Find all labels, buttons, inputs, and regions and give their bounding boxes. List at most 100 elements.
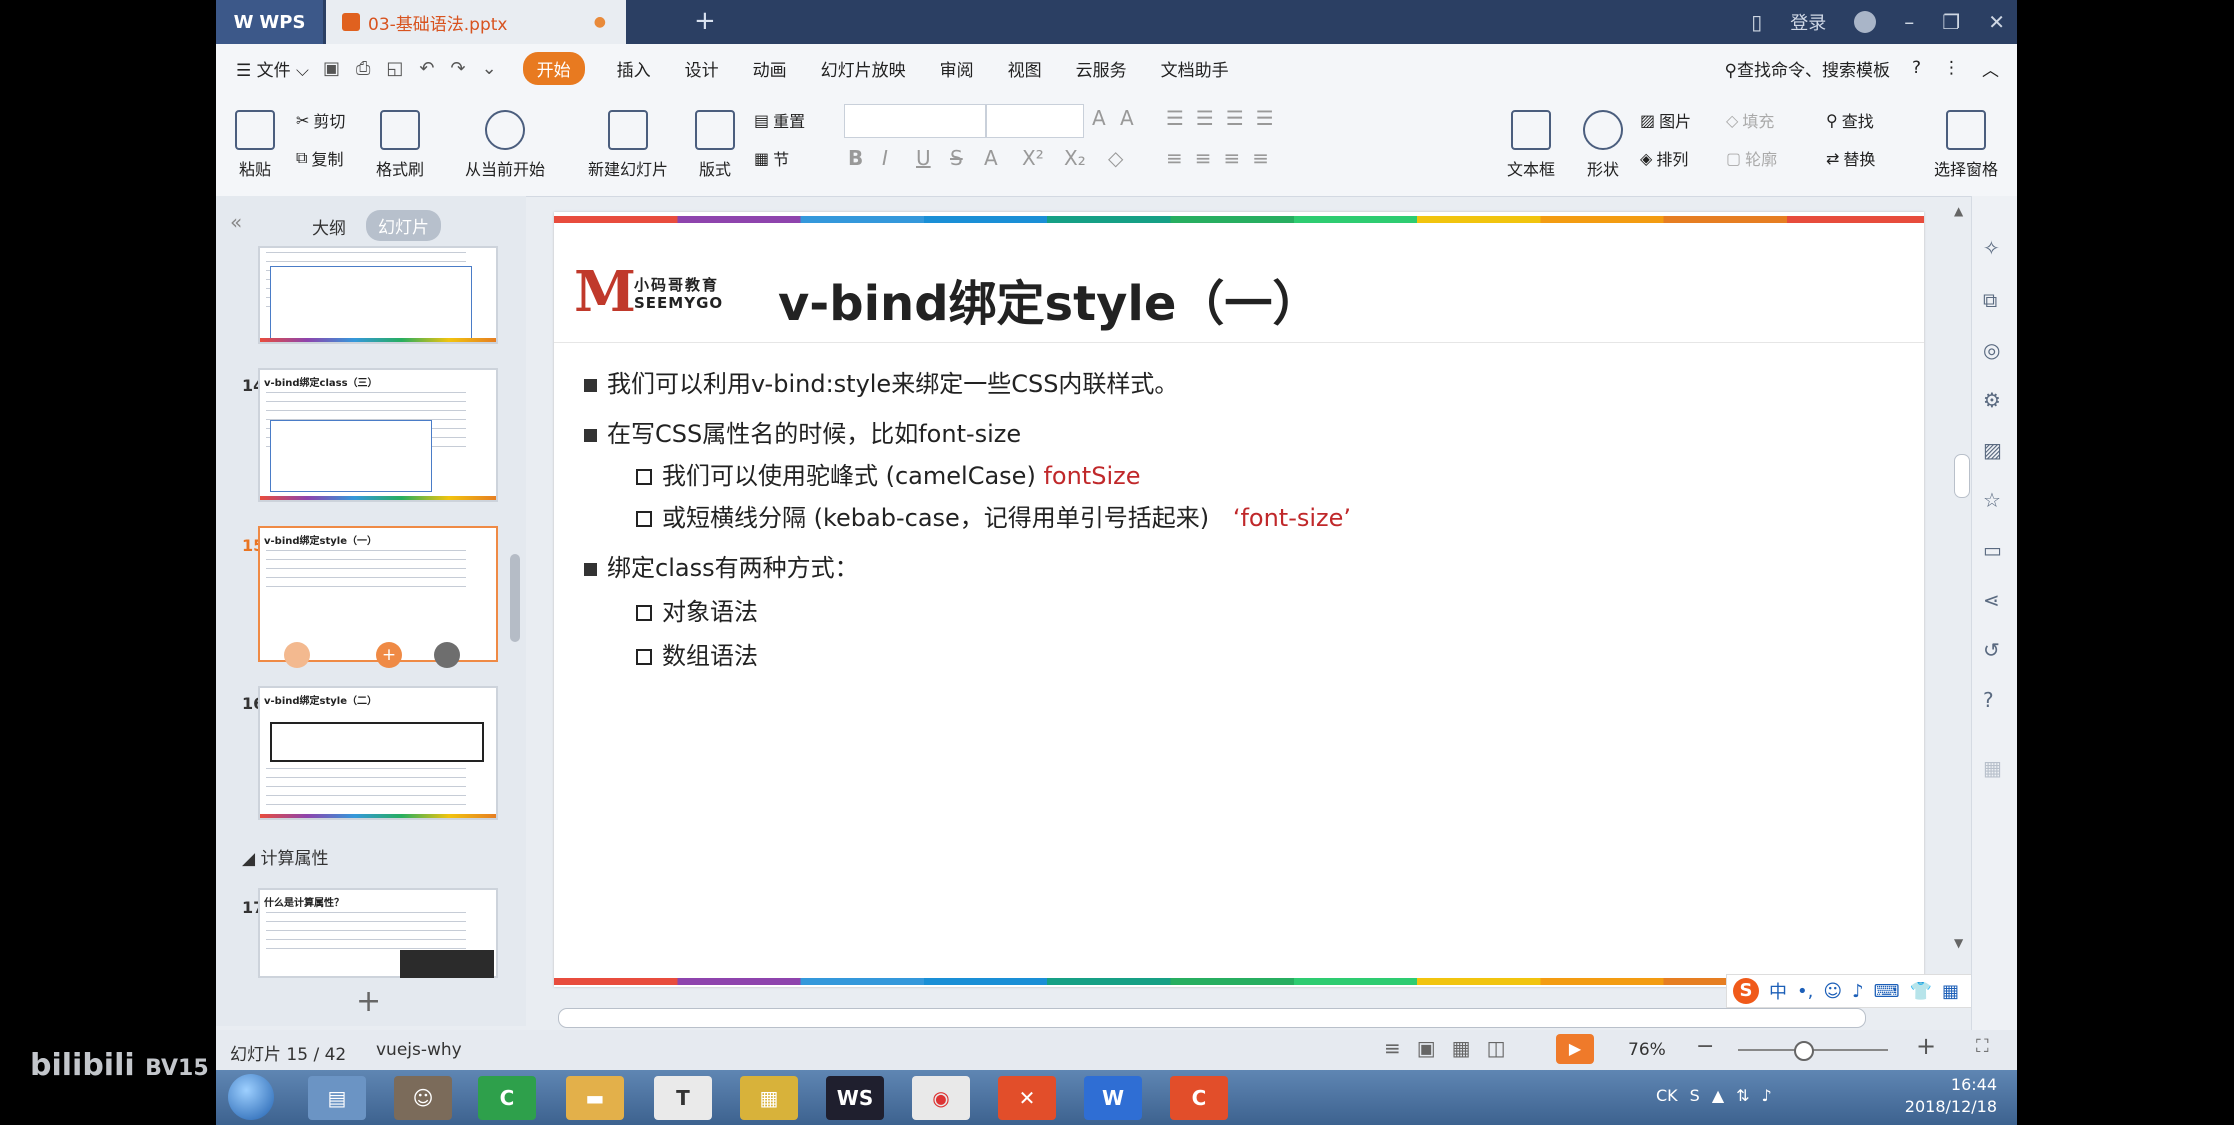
tab-slides[interactable]: 幻灯片 bbox=[366, 210, 441, 241]
slide-thumbnail-17[interactable]: 什么是计算属性？ bbox=[258, 888, 498, 978]
thumb-add-icon[interactable]: + bbox=[376, 642, 402, 668]
section-header[interactable]: ◢ 计算属性 bbox=[242, 844, 328, 869]
image-icon[interactable]: ▨ bbox=[1983, 438, 2002, 462]
underline-icon[interactable]: U bbox=[916, 146, 931, 170]
notes-icon[interactable]: ≡ bbox=[1384, 1036, 1401, 1060]
menu-tab-view[interactable]: 视图 bbox=[1008, 56, 1042, 81]
slide-thumbnail-13[interactable] bbox=[258, 246, 498, 344]
bold-icon[interactable]: B bbox=[848, 146, 863, 170]
app-c-red-icon[interactable]: C bbox=[1170, 1076, 1228, 1120]
copy-button[interactable]: ⧉ 复制 bbox=[296, 146, 343, 170]
skin-icon[interactable]: 👕 bbox=[1910, 981, 1932, 1002]
increase-font-icon[interactable]: A bbox=[1092, 106, 1106, 130]
font-size-select[interactable] bbox=[986, 104, 1084, 138]
normal-view-icon[interactable]: ▣ bbox=[1417, 1036, 1436, 1060]
textbox-button[interactable]: 文本框 bbox=[1496, 110, 1566, 180]
keyboard-icon[interactable]: ⌨ bbox=[1874, 981, 1900, 1002]
slide-thumbnail-14[interactable]: v-bind绑定class（三） bbox=[258, 368, 498, 502]
align-icons[interactable]: ≡≡≡≡ bbox=[1166, 146, 1281, 170]
magic-icon[interactable]: ✧ bbox=[1983, 236, 2000, 260]
history-icon[interactable]: ↺ bbox=[1983, 638, 2000, 662]
section-button[interactable]: ▦ 节 bbox=[754, 146, 789, 170]
star-icon[interactable]: ☆ bbox=[1983, 488, 2001, 512]
apps-icon[interactable]: ▦ bbox=[1983, 756, 2002, 780]
wps-taskbar-icon[interactable]: W bbox=[1084, 1076, 1142, 1120]
outline-button[interactable]: ▢ 轮廓 bbox=[1726, 146, 1777, 170]
shapes-icon[interactable]: ⧉ bbox=[1983, 288, 1997, 312]
zoom-in-icon[interactable]: + bbox=[1916, 1032, 1936, 1060]
notes-app-icon[interactable]: ▦ bbox=[740, 1076, 798, 1120]
thumb-play-icon[interactable] bbox=[284, 642, 310, 668]
subscript-icon[interactable]: X₂ bbox=[1064, 146, 1086, 170]
picture-button[interactable]: ▨ 图片 bbox=[1640, 108, 1691, 132]
decrease-font-icon[interactable]: A bbox=[1120, 106, 1134, 130]
clear-format-icon[interactable]: ◇ bbox=[1108, 146, 1123, 170]
superscript-icon[interactable]: X² bbox=[1022, 146, 1044, 170]
shape-button[interactable]: 形状 bbox=[1576, 110, 1630, 180]
select-pane-button[interactable]: 选择窗格 bbox=[1926, 110, 2006, 180]
clock[interactable]: 16:44 2018/12/18 bbox=[1905, 1074, 1997, 1118]
file-menu[interactable]: ☰ 文件 ⌵ bbox=[236, 56, 309, 81]
collapse-pane-icon[interactable]: « bbox=[230, 210, 242, 234]
help-button[interactable]: ? bbox=[1912, 58, 1921, 78]
zoom-slider-knob[interactable] bbox=[1794, 1041, 1814, 1061]
webstorm-icon[interactable]: WS bbox=[826, 1076, 884, 1120]
avatar[interactable] bbox=[1854, 11, 1877, 33]
app-c-green-icon[interactable]: C bbox=[478, 1076, 536, 1120]
print-preview-icon[interactable]: ◱ bbox=[386, 58, 403, 79]
slide-thumbnail-15-selected[interactable]: v-bind绑定style（一） + bbox=[258, 526, 498, 668]
strikethrough-icon[interactable]: S bbox=[950, 146, 963, 170]
menu-tab-animation[interactable]: 动画 bbox=[753, 56, 787, 81]
new-tab-button[interactable]: + bbox=[694, 6, 716, 36]
sorter-view-icon[interactable]: ▦ bbox=[1452, 1036, 1471, 1060]
find-button[interactable]: ⚲ 查找 bbox=[1826, 108, 1874, 132]
play-slideshow-button[interactable]: ▶ bbox=[1556, 1034, 1594, 1064]
menu-tab-insert[interactable]: 插入 bbox=[617, 56, 651, 81]
layers-icon[interactable]: ◎ bbox=[1983, 338, 2000, 362]
layout-button[interactable]: 版式 bbox=[690, 110, 740, 180]
slide-thumbnail-16[interactable]: v-bind绑定style（二） bbox=[258, 686, 498, 820]
menu-tab-review[interactable]: 审阅 bbox=[940, 56, 974, 81]
menu-tab-design[interactable]: 设计 bbox=[685, 56, 719, 81]
menu-tab-assistant[interactable]: 文档助手 bbox=[1161, 56, 1229, 81]
window-layout-icon[interactable]: ▯ bbox=[1751, 10, 1762, 34]
customize-icon[interactable]: ⌄ bbox=[482, 58, 497, 79]
document-tab[interactable]: 03-基础语法.pptx ● bbox=[326, 0, 626, 44]
zoom-out-icon[interactable]: − bbox=[1696, 1034, 1714, 1059]
language-indicator[interactable]: CK bbox=[1656, 1086, 1678, 1105]
sogou-tray-icon[interactable]: S bbox=[1690, 1086, 1700, 1105]
grid-icon[interactable]: ▦ bbox=[1942, 981, 1959, 1002]
list-icons[interactable]: ☰☰☰☰ bbox=[1166, 106, 1286, 130]
fill-button[interactable]: ◇ 填充 bbox=[1726, 108, 1774, 132]
slide-canvas[interactable]: M 小码哥教育 SEEMYGO v-bind绑定style（一） 我们可以利用v… bbox=[554, 212, 1924, 987]
add-slide-button[interactable]: + bbox=[356, 984, 381, 1019]
scroll-down-icon[interactable]: ▼ bbox=[1954, 936, 1963, 950]
mic-icon[interactable]: ♪ bbox=[1852, 981, 1864, 1002]
share-icon[interactable]: ⋖ bbox=[1983, 588, 2000, 612]
zoom-level[interactable]: 76% bbox=[1628, 1040, 1666, 1060]
italic-icon[interactable]: I bbox=[882, 146, 888, 170]
cut-button[interactable]: ✂ 剪切 bbox=[296, 108, 345, 132]
arrange-button[interactable]: ◈ 排列 bbox=[1640, 146, 1688, 170]
replace-button[interactable]: ⇄ 替换 bbox=[1826, 146, 1875, 170]
new-slide-button[interactable]: 新建幻灯片 bbox=[578, 110, 678, 180]
scroll-up-icon[interactable]: ▲ bbox=[1954, 204, 1963, 218]
menu-tab-slideshow[interactable]: 幻灯片放映 bbox=[821, 56, 906, 81]
editor-vertical-scrollbar[interactable]: ▲ ▼ bbox=[1950, 204, 1972, 974]
tray-expand-icon[interactable]: ▲ bbox=[1712, 1086, 1724, 1105]
archive-icon[interactable]: ▭ bbox=[1983, 538, 2002, 562]
thumb-more-icon[interactable] bbox=[434, 642, 460, 668]
emoji-icon[interactable]: ☺ bbox=[1823, 981, 1842, 1002]
volume-icon[interactable]: ♪ bbox=[1762, 1086, 1772, 1105]
ime-mode[interactable]: 中 bbox=[1769, 978, 1787, 1004]
chrome-icon[interactable]: ◉ bbox=[912, 1076, 970, 1120]
more-icon[interactable]: ⋮ bbox=[1943, 58, 1960, 78]
menu-tab-start[interactable]: 开始 bbox=[522, 51, 585, 85]
punctuation-icon[interactable]: •, bbox=[1797, 981, 1813, 1002]
collapse-ribbon-icon[interactable]: ︿ bbox=[1982, 56, 1999, 81]
folder-icon[interactable]: ▬ bbox=[566, 1076, 624, 1120]
settings-icon[interactable]: ⚙ bbox=[1983, 388, 2001, 412]
nav-scrollbar[interactable] bbox=[510, 554, 520, 642]
reset-button[interactable]: ▤ 重置 bbox=[754, 108, 805, 132]
editor-horizontal-scrollbar[interactable] bbox=[558, 1008, 1866, 1028]
